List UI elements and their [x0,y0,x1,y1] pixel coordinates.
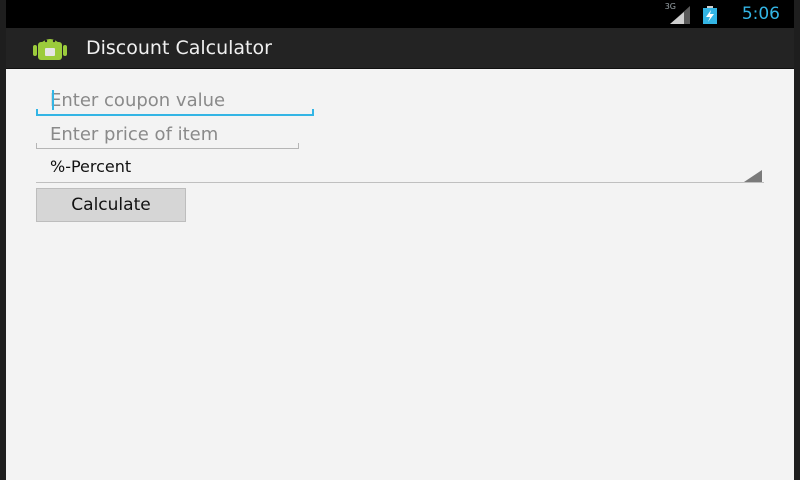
discount-type-spinner[interactable]: %-Percent [36,154,764,183]
calculate-button[interactable]: Calculate [36,188,186,222]
dropdown-triangle-icon [744,170,762,182]
action-bar: Discount Calculator [6,28,794,69]
screen-frame-right [794,0,800,480]
status-bar: 3G 5:06 [6,0,794,28]
main-content: %-Percent Calculate [6,68,794,480]
app-title: Discount Calculator [86,37,272,59]
discount-type-selected: %-Percent [50,157,132,176]
signal-icon [670,6,690,24]
battery-charging-icon [703,6,717,24]
coupon-field-ticks [36,109,314,115]
price-field-ticks [36,143,299,149]
clock-time: 5:06 [741,4,780,24]
android-app-icon[interactable] [30,36,70,62]
text-cursor [52,90,54,110]
